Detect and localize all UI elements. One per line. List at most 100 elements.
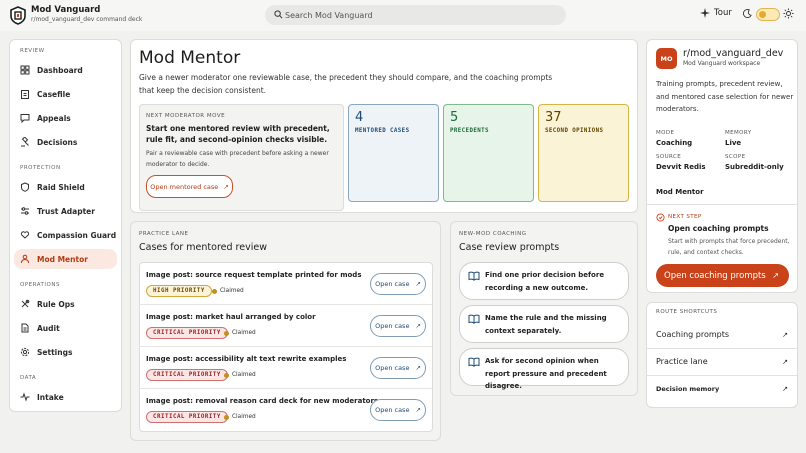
arrow-up-right-icon: ↗ (415, 406, 421, 414)
next-step-title: Open coaching prompts (668, 224, 769, 233)
sidebar-section-protection: PROTECTION (20, 165, 61, 171)
app-subtitle: r/mod_vanguard_dev command deck (31, 16, 143, 23)
open-coaching-prompts-button[interactable]: Open coaching prompts ↗ (656, 264, 789, 287)
sidebar-item-compassion-guard[interactable]: Compassion Guard (14, 225, 117, 245)
sidebar-item-rule-ops[interactable]: Rule Ops (14, 294, 117, 314)
sidebar-item-label: Rule Ops (37, 299, 75, 309)
open-case-button[interactable]: Open case ↗ (370, 273, 426, 295)
status-claimed: Claimed (212, 288, 244, 294)
divider (647, 348, 797, 349)
sidebar-item-label: Appeals (37, 113, 71, 123)
meta-label: MEMORY (725, 130, 752, 136)
workspace-subtitle: Mod Vanguard workspace (683, 60, 761, 67)
gavel-icon (20, 137, 30, 147)
open-case-label: Open case (375, 364, 410, 372)
sidebar-item-appeals[interactable]: Appeals (14, 108, 117, 128)
arrow-up-right-icon: ↗ (415, 322, 421, 330)
sidebar-item-mod-mentor[interactable]: Mod Mentor (14, 249, 117, 269)
book-open-icon (468, 271, 480, 281)
sidebar-item-trust-adapter[interactable]: Trust Adapter (14, 201, 117, 221)
sidebar-item-label: Raid Shield (37, 182, 85, 192)
stat-value: 4 (355, 110, 364, 125)
moon-icon[interactable] (743, 9, 752, 18)
open-mentored-case-label: Open mentored case (150, 182, 219, 191)
page-title: Mod Mentor (139, 48, 241, 68)
case-row[interactable]: Image post: source request template prin… (139, 263, 432, 305)
coaching-prompt-card[interactable]: Name the rule and the missing context se… (459, 305, 629, 343)
practice-overline: PRACTICE LANE (139, 231, 189, 237)
coaching-prompt-card[interactable]: Find one prior decision before recording… (459, 262, 629, 300)
tour-label: Tour (714, 8, 732, 18)
sidebar-section-operations: OPERATIONS (20, 282, 60, 288)
coaching-prompt-card[interactable]: Ask for second opinion when report press… (459, 348, 629, 390)
sidebar-item-label: Audit (37, 323, 60, 333)
open-case-button[interactable]: Open case ↗ (370, 357, 426, 379)
coaching-prompt-text: Name the rule and the missing context se… (485, 314, 607, 335)
theme-toggle[interactable] (756, 8, 780, 21)
case-title: Image post: source request template prin… (146, 271, 362, 279)
arrow-up-right-icon: ↗ (782, 385, 788, 393)
search-input[interactable] (285, 8, 555, 22)
top-bar: Mod Vanguard r/mod_vanguard_dev command … (0, 0, 806, 31)
meta-value: Subreddit-only (725, 163, 784, 171)
arrow-up-right-icon: ↗ (415, 280, 421, 288)
sidebar-item-casefile[interactable]: Casefile (14, 84, 117, 104)
open-case-button[interactable]: Open case ↗ (370, 399, 426, 421)
priority-badge: CRITICAL PRIORITY (146, 411, 228, 423)
case-title: Image post: market haul arranged by colo… (146, 313, 316, 321)
shortcut-coaching-prompts[interactable]: Coaching prompts ↗ (656, 330, 788, 339)
sidebar-item-label: Decisions (37, 137, 78, 147)
book-open-icon (468, 314, 480, 324)
stat-label: SECOND OPINIONS (545, 128, 604, 134)
arrow-up-right-icon: ↗ (782, 357, 788, 366)
meta-label: SCOPE (725, 154, 746, 160)
sidebar-section-review: REVIEW (20, 48, 45, 54)
stat-precedents: 5 PRECEDENTS (443, 104, 534, 202)
sidebar-item-settings[interactable]: Settings (14, 342, 117, 362)
sidebar-item-decisions[interactable]: Decisions (14, 132, 117, 152)
shield-logo-icon (10, 6, 26, 25)
case-row[interactable]: Image post: accessibility alt text rewri… (139, 347, 432, 389)
sidebar-item-label: Casefile (37, 89, 71, 99)
status-claimed: Claimed (224, 330, 256, 336)
sidebar-item-label: Trust Adapter (37, 206, 95, 216)
search-bar[interactable] (265, 5, 566, 25)
search-icon (274, 10, 283, 19)
tools-icon (20, 299, 30, 309)
coaching-overline: NEW-MOD COACHING (459, 231, 527, 237)
tour-button[interactable]: Tour (700, 8, 732, 18)
open-case-button[interactable]: Open case ↗ (370, 315, 426, 337)
sidebar-item-dashboard[interactable]: Dashboard (14, 60, 117, 80)
case-row[interactable]: Image post: removal reason card deck for… (139, 389, 432, 431)
open-case-label: Open case (375, 280, 410, 288)
target-icon (656, 213, 665, 222)
shortcut-practice-lane[interactable]: Practice lane ↗ (656, 357, 788, 366)
open-mentored-case-button[interactable]: Open mentored case ↗ (146, 175, 233, 198)
gear-icon (20, 347, 30, 357)
sidebar-item-label: Compassion Guard (37, 230, 117, 240)
case-row[interactable]: Image post: market haul arranged by colo… (139, 305, 432, 347)
document-icon (20, 323, 30, 333)
priority-badge: HIGH PRIORITY (146, 285, 212, 297)
next-move-body: Pair a reviewable case with precedent be… (146, 150, 329, 168)
sidebar-item-raid-shield[interactable]: Raid Shield (14, 177, 117, 197)
sidebar-item-intake[interactable]: Intake (14, 387, 117, 407)
case-title: Image post: accessibility alt text rewri… (146, 355, 347, 363)
shortcut-decision-memory[interactable]: Decision memory ↗ (656, 385, 788, 393)
meta-value: Devvit Redis (656, 163, 706, 171)
coaching-prompt-text: Find one prior decision before recording… (485, 271, 605, 292)
sidebar-item-label: Intake (37, 392, 64, 402)
page-description: Give a newer moderator one reviewable ca… (139, 73, 553, 95)
meta-label: SOURCE (656, 154, 682, 160)
sidebar: REVIEW Dashboard Casefile Appeals Decisi… (9, 39, 122, 412)
next-step-body: Start with prompts that force precedent,… (668, 238, 790, 256)
sidebar-item-audit[interactable]: Audit (14, 318, 117, 338)
stat-value: 37 (545, 110, 562, 125)
open-coaching-prompts-label: Open coaching prompts (664, 270, 766, 281)
app-title: Mod Vanguard (31, 5, 101, 15)
sidebar-item-label: Dashboard (37, 65, 83, 75)
sun-icon[interactable] (783, 8, 794, 19)
status-claimed: Claimed (224, 414, 256, 420)
stat-value: 5 (450, 110, 459, 125)
status-claimed: Claimed (224, 372, 256, 378)
